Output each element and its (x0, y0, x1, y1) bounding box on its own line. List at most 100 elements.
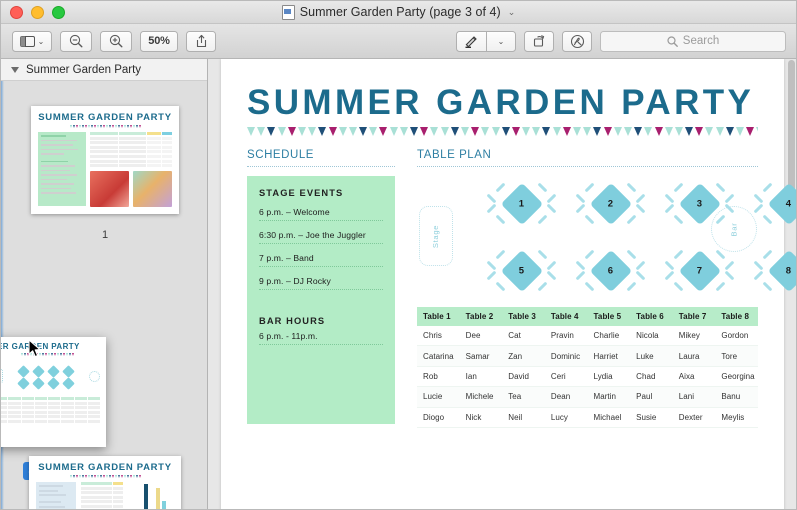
decorative-triangle-band (247, 127, 758, 136)
markup-pen-icon (465, 36, 477, 48)
table-marker: 3 (655, 176, 744, 231)
search-field[interactable]: Search (600, 30, 786, 52)
stage-label: Stage (431, 224, 441, 248)
guest-name: Lucie (417, 386, 460, 408)
sidebar-thumbnail-list[interactable]: SUMMER GARDEN PARTY 1 R PARTY SUMMER GAR… (1, 81, 207, 509)
guest-name: Catarina (417, 345, 460, 367)
schedule-heading: SCHEDULE (247, 149, 315, 161)
guest-name: Ceri (544, 366, 588, 388)
rotate-button[interactable] (524, 30, 554, 52)
table-marker: 6 (566, 243, 655, 298)
thumb-green-panel (38, 132, 86, 206)
zoom-out-button[interactable] (60, 30, 92, 52)
schedule-panel: STAGE EVENTS 6 p.m. – Welcome 6:30 p.m. … (247, 176, 395, 424)
document-icon (281, 4, 295, 20)
table-number: 4 (785, 197, 792, 209)
bar-hours-item: 6 p.m. - 11p.m. (259, 326, 383, 345)
guest-name: Harriet (587, 345, 631, 367)
guest-seating-table: Table 1 Table 2 Table 3 Table 4 Table 5 … (417, 307, 758, 428)
thumb-stage-outline (1, 369, 3, 383)
thumb-bar-outline (89, 370, 100, 382)
page-title: SUMMER GARDEN PARTY (247, 83, 755, 122)
thumb-triangle-band (38, 125, 172, 128)
document-page: SUMMER GARDEN PARTY SCHEDULE STAGE EVENT… (221, 59, 796, 509)
table-marker: 1 (477, 176, 566, 231)
sidebar-toggle-button[interactable]: ⌄ (12, 30, 52, 52)
table-row: Catarina Samar Zan Dominic Harriet Luke … (417, 345, 758, 367)
table-number: 7 (696, 264, 703, 276)
stage-event-item: 9 p.m. – DJ Rocky (259, 267, 383, 290)
disclosure-triangle-icon[interactable] (11, 66, 19, 73)
table-plan-heading: TABLE PLAN (417, 149, 492, 161)
toolbar-right-group: ⌄ Search (456, 30, 786, 52)
thumb-title: SUMMER GARDEN PARTY (38, 112, 172, 123)
markup-options-button[interactable]: ⌄ (486, 30, 516, 52)
table-row: Diogo Nick Neil Lucy Michael Susie Dexte… (417, 407, 758, 428)
sign-icon (570, 34, 584, 48)
maximize-button[interactable] (52, 5, 65, 19)
table-number: 6 (607, 264, 614, 276)
guest-name: Chad (630, 366, 673, 388)
thumbnail-sidebar[interactable]: Summer Garden Party SUMMER GARDEN PARTY (1, 59, 208, 509)
thumbnail-page-4[interactable]: SUMMER GARDEN PARTY (29, 456, 181, 509)
table-number: 5 (518, 264, 525, 276)
chevron-down-icon[interactable]: ⌄ (508, 7, 516, 18)
guest-name: Gordon (715, 326, 758, 347)
column-header: Table 5 (587, 307, 631, 326)
window-controls (1, 5, 65, 19)
table-marker: 4 (744, 176, 796, 231)
guest-name: Luke (630, 345, 673, 367)
thumb-triangle-band (36, 475, 174, 478)
thumbnail-page-1[interactable]: SUMMER GARDEN PARTY (31, 106, 179, 214)
table-number: 1 (518, 197, 525, 209)
column-header: Table 2 (459, 307, 503, 326)
column-header: Table 8 (715, 307, 758, 326)
stage-event-item: 6:30 p.m. – Joe the Juggler (259, 221, 383, 244)
guest-name: Michele (459, 386, 503, 408)
chevron-down-icon: ⌄ (37, 36, 45, 46)
close-button[interactable] (10, 5, 23, 19)
toolbar: ⌄ 50% ⌄ Search (1, 24, 796, 59)
preview-window: Summer Garden Party (page 3 of 4) ⌄ ⌄ 50… (0, 0, 797, 510)
sidebar-header[interactable]: Summer Garden Party (1, 59, 207, 81)
guest-name: Samar (459, 345, 503, 367)
zoom-in-button[interactable] (100, 30, 132, 52)
guest-name: David (502, 366, 545, 388)
guest-name: Tore (715, 345, 758, 367)
guest-name: Nick (459, 407, 503, 428)
column-header: Table 1 (417, 307, 460, 326)
guest-name: Michael (587, 407, 631, 428)
table-row: Rob Ian David Ceri Lydia Chad Aixa Georg… (417, 366, 758, 388)
minimize-button[interactable] (31, 5, 44, 19)
share-button[interactable] (186, 30, 216, 52)
sign-button[interactable] (562, 30, 592, 52)
bar-hours-heading: BAR HOURS (259, 316, 326, 326)
table-marker: 7 (655, 243, 744, 298)
tables-grid: 1 2 3 4 5 6 7 8 (477, 176, 796, 298)
dotted-rule (417, 166, 758, 167)
markup-button[interactable] (456, 30, 486, 52)
thumb-photo (90, 171, 129, 208)
page-number-label: 1 (101, 229, 109, 241)
thumb-title: SUMMER GARDEN PARTY (1, 342, 80, 351)
guest-name: Diogo (417, 407, 460, 428)
guest-name: Dee (459, 326, 503, 347)
thumbnail-page-3[interactable]: SUMMER GARDEN PARTY (1, 337, 106, 447)
guest-name: Aixa (672, 366, 716, 388)
content-area: Summer Garden Party SUMMER GARDEN PARTY (1, 59, 796, 509)
stage-events-heading: STAGE EVENTS (259, 188, 344, 198)
table-number: 8 (785, 264, 792, 276)
guest-name: Susie (630, 407, 673, 428)
table-number: 3 (696, 197, 703, 209)
thumb-contacts-panel (36, 482, 76, 509)
guest-name: Dominic (544, 345, 588, 367)
document-view[interactable]: SUMMER GARDEN PARTY SCHEDULE STAGE EVENT… (208, 59, 796, 509)
guest-name: Meylis (715, 407, 758, 428)
zoom-level-button[interactable]: 50% (140, 30, 178, 52)
thumbnail-preview-page-3: SUMMER GARDEN PARTY (1, 337, 106, 447)
guest-name: Banu (715, 386, 758, 408)
schedule-column: SCHEDULE STAGE EVENTS 6 p.m. – Welcome 6… (247, 149, 395, 428)
guest-name: Chris (417, 326, 460, 347)
search-placeholder: Search (682, 35, 720, 47)
guest-name: Laura (672, 345, 716, 367)
